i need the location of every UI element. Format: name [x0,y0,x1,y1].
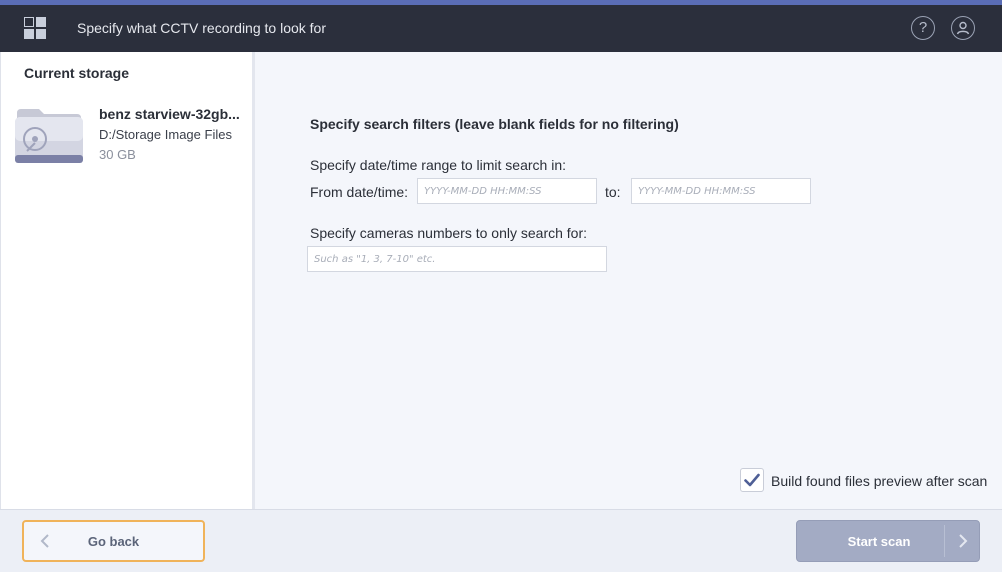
title-bar: Specify what CCTV recording to look for … [0,0,1002,52]
storage-name: benz starview-32gb... [99,106,240,122]
from-date-label: From date/time: [310,184,409,200]
checkmark-icon [744,473,760,487]
to-date-input[interactable] [631,178,811,204]
go-back-button[interactable]: Go back [22,520,205,562]
to-date-label: to: [605,184,621,200]
window-title: Specify what CCTV recording to look for [77,20,326,36]
filters-heading: Specify search filters (leave blank fiel… [310,116,679,132]
disk-folder-icon [13,105,85,167]
app-grid-icon [24,17,48,41]
from-date-input[interactable] [417,178,597,204]
date-range-label: Specify date/time range to limit search … [310,157,567,173]
question-circle-icon[interactable]: ? [911,16,935,40]
cameras-label: Specify cameras numbers to only search f… [310,225,588,241]
user-circle-icon[interactable] [951,16,975,40]
start-scan-button[interactable]: Start scan [796,520,980,562]
start-scan-label: Start scan [847,534,911,549]
current-storage-heading: Current storage [24,65,130,81]
chevron-right-icon [959,534,968,548]
storage-path: D:/Storage Image Files [99,127,232,142]
cameras-input[interactable] [307,246,607,272]
preview-checkbox[interactable] [740,468,764,492]
storage-size: 30 GB [99,147,136,162]
preview-checkbox-label[interactable]: Build found files preview after scan [771,473,987,489]
button-divider [944,525,945,557]
go-back-label: Go back [87,534,140,549]
